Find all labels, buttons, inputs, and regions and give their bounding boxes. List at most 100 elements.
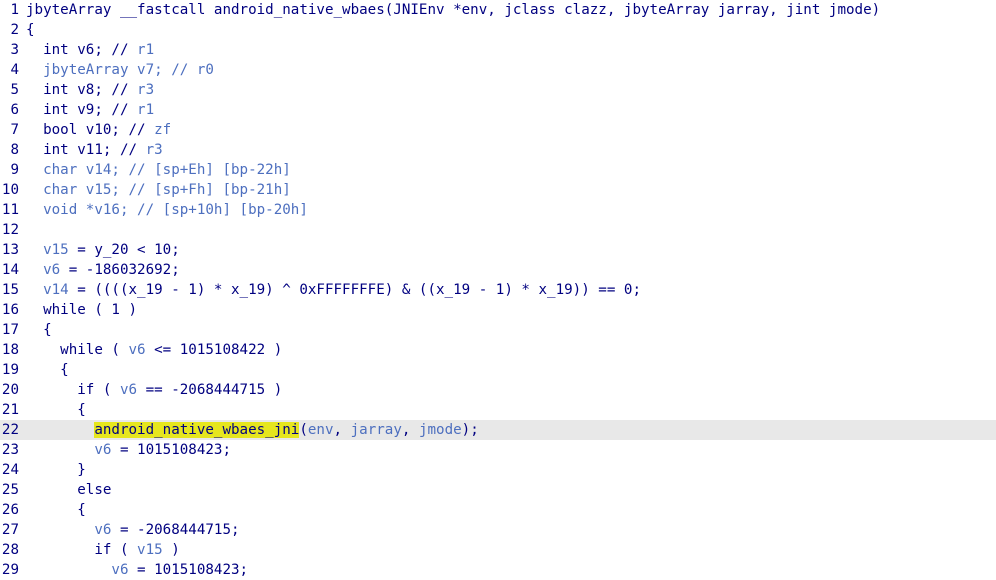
code-token: , (401, 422, 419, 438)
line-number: 4 (10, 62, 19, 78)
code-token: int v9; // (26, 102, 138, 118)
line-number: 19 (1, 362, 19, 378)
code-line[interactable]: 18 while ( v6 <= 1015108422 ) (0, 340, 996, 360)
line-number: 6 (10, 102, 19, 118)
code-line[interactable]: 17 { (0, 320, 996, 340)
code-text[interactable]: void *v16; // [sp+10h] [bp-20h] (26, 200, 308, 220)
code-text[interactable]: if ( v6 == -2068444715 ) (26, 380, 282, 400)
code-text[interactable]: v6 = 1015108423; (26, 440, 231, 460)
code-line[interactable]: 14 v6 = -186032692; (0, 260, 996, 280)
code-text[interactable]: v15 = y_20 < 10; (26, 240, 180, 260)
code-text[interactable]: jbyteArray v7; // r0 (26, 60, 214, 80)
code-line[interactable]: 25 else (0, 480, 996, 500)
code-line[interactable]: 19 { (0, 360, 996, 380)
code-text[interactable]: while ( v6 <= 1015108422 ) (26, 340, 282, 360)
code-text[interactable]: int v6; // r1 (26, 40, 154, 60)
code-line[interactable]: 13 v15 = y_20 < 10; (0, 240, 996, 260)
code-line[interactable]: 6 int v9; // r1 (0, 100, 996, 120)
line-number: 7 (10, 122, 19, 138)
code-line[interactable]: 24 } (0, 460, 996, 480)
code-text[interactable]: int v11; // r3 (26, 140, 163, 160)
line-number: 13 (1, 242, 19, 258)
code-token: v15 (137, 542, 163, 558)
code-text[interactable]: android_native_wbaes_jni(env, jarray, jm… (26, 420, 479, 440)
code-text[interactable]: { (26, 400, 86, 420)
code-token: v6 (94, 442, 112, 458)
code-text[interactable]: { (26, 500, 86, 520)
code-line[interactable]: 3 int v6; // r1 (0, 40, 996, 60)
code-text[interactable]: v14 = ((((x_19 - 1) * x_19) ^ 0xFFFFFFFE… (26, 280, 641, 300)
pseudocode-view[interactable]: 1 jbyteArray __fastcall android_native_wb… (0, 0, 996, 580)
code-line[interactable]: 16 while ( 1 ) (0, 300, 996, 320)
code-line[interactable]: 7 bool v10; // zf (0, 120, 996, 140)
code-line[interactable]: 20 if ( v6 == -2068444715 ) (0, 380, 996, 400)
code-line[interactable]: 15 v14 = ((((x_19 - 1) * x_19) ^ 0xFFFFF… (0, 280, 996, 300)
code-line[interactable]: 12 (0, 220, 996, 240)
code-line[interactable]: 2{ (0, 20, 996, 40)
code-text[interactable]: jbyteArray __fastcall android_native_wba… (26, 0, 880, 20)
code-text[interactable]: v6 = -186032692; (26, 260, 180, 280)
code-token: jbyteArray __fastcall android_native_wba… (26, 2, 881, 18)
code-token: ( (299, 422, 308, 438)
code-text[interactable]: else (26, 480, 111, 500)
code-text[interactable]: if ( v15 ) (26, 540, 179, 560)
code-token: env (307, 422, 334, 438)
code-line[interactable]: 9 char v14; // [sp+Eh] [bp-22h] (0, 160, 996, 180)
code-text[interactable]: v6 = 1015108423; (26, 560, 248, 580)
code-text[interactable]: char v15; // [sp+Fh] [bp-21h] (26, 180, 291, 200)
code-token: { (26, 322, 52, 338)
code-line[interactable]: 27 v6 = -2068444715; (0, 520, 996, 540)
line-number: 15 (1, 282, 19, 298)
code-line[interactable]: 28 if ( v15 ) (0, 540, 996, 560)
line-number: 14 (1, 262, 19, 278)
code-token: char v14; // (26, 162, 155, 178)
code-token: jarray (350, 422, 402, 438)
highlighted-function-name[interactable]: android_native_wbaes_jni (94, 422, 300, 438)
code-text[interactable]: v6 = -2068444715; (26, 520, 240, 540)
code-token: while ( (26, 342, 129, 358)
code-line[interactable]: 5 int v8; // r3 (0, 80, 996, 100)
code-line[interactable]: 22 android_native_wbaes_jni(env, jarray,… (0, 420, 996, 440)
code-comment: r1 (137, 42, 155, 58)
code-token: v6 (128, 342, 146, 358)
line-number: 21 (1, 402, 19, 418)
code-comment: r3 (145, 142, 163, 158)
code-line[interactable]: 29 v6 = 1015108423; (0, 560, 996, 580)
code-token: v6 (94, 522, 112, 538)
code-text[interactable]: { (26, 20, 35, 40)
line-number: 11 (1, 202, 19, 218)
line-number: 2 (10, 22, 19, 38)
code-token: jmode (418, 422, 462, 438)
code-token: int v8; // (26, 82, 138, 98)
code-comment: [sp+Eh] [bp-22h] (154, 162, 291, 178)
line-number: 29 (1, 562, 19, 578)
code-token: if ( (26, 382, 120, 398)
code-comment: r3 (137, 82, 155, 98)
code-line[interactable]: 23 v6 = 1015108423; (0, 440, 996, 460)
code-line[interactable]: 21 { (0, 400, 996, 420)
code-token: v6 (111, 562, 129, 578)
code-token: = -2068444715; (111, 522, 240, 538)
code-text[interactable]: { (26, 320, 52, 340)
code-line[interactable]: 1 jbyteArray __fastcall android_native_wb… (0, 0, 996, 20)
code-token: , (333, 422, 351, 438)
code-line[interactable]: 4 jbyteArray v7; // r0 (0, 60, 996, 80)
code-line[interactable]: 8 int v11; // r3 (0, 140, 996, 160)
code-text[interactable]: int v9; // r1 (26, 100, 154, 120)
code-line[interactable]: 11 void *v16; // [sp+10h] [bp-20h] (0, 200, 996, 220)
code-token: = 1015108423; (128, 562, 249, 578)
code-text[interactable]: } (26, 460, 86, 480)
code-text[interactable]: { (26, 360, 69, 380)
code-text[interactable]: char v14; // [sp+Eh] [bp-22h] (26, 160, 291, 180)
code-text[interactable]: bool v10; // zf (26, 120, 171, 140)
code-text[interactable]: int v8; // r3 (26, 80, 154, 100)
code-line[interactable]: 10 char v15; // [sp+Fh] [bp-21h] (0, 180, 996, 200)
line-number: 26 (1, 502, 19, 518)
code-token: else (26, 482, 112, 498)
code-line[interactable]: 26 { (0, 500, 996, 520)
code-text[interactable]: while ( 1 ) (26, 300, 137, 320)
code-token: } (26, 462, 86, 478)
